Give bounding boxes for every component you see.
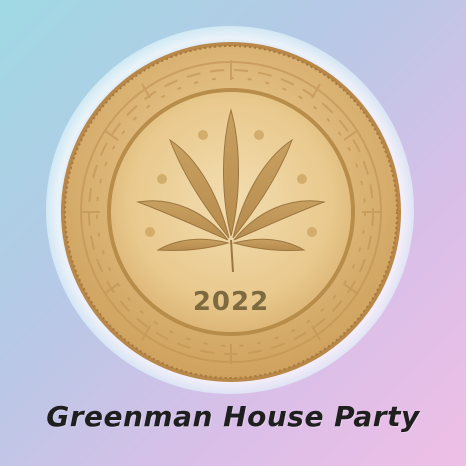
- event-title: Greenman House Party: [46, 400, 420, 433]
- coin-graphic: 2022: [61, 42, 401, 382]
- coin-year: 2022: [193, 287, 269, 317]
